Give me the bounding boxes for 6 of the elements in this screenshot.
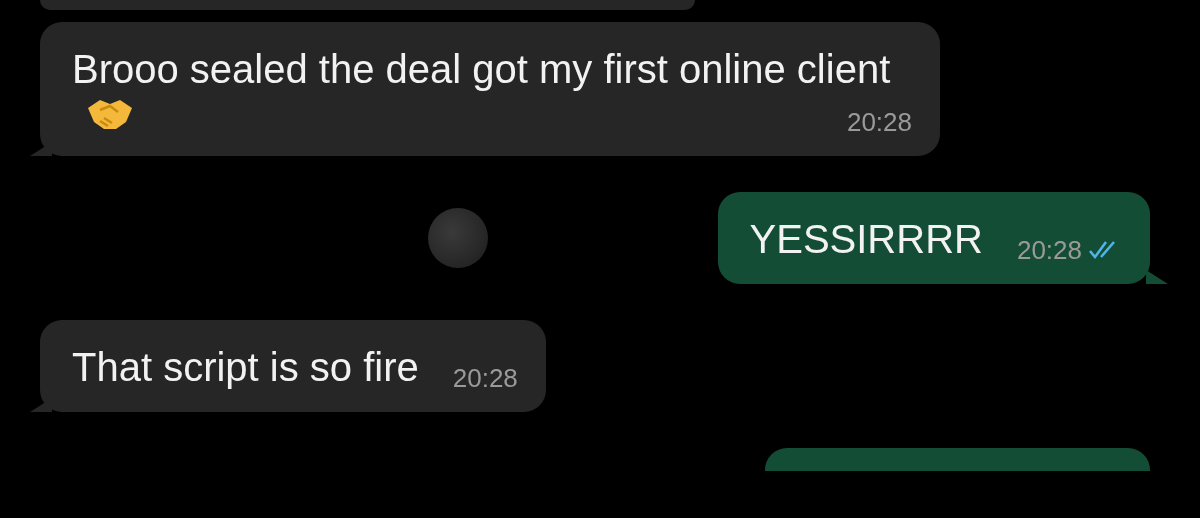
message-text: That script is so fire — [72, 344, 419, 391]
message-text: YESSIRRRR — [749, 216, 983, 263]
message-time: 20:28 — [1016, 234, 1082, 266]
message-time: 20:28 — [452, 362, 518, 394]
message-text: Brooo sealed the deal got my first online client — [72, 46, 891, 93]
message-time: 20:28 — [846, 106, 912, 138]
